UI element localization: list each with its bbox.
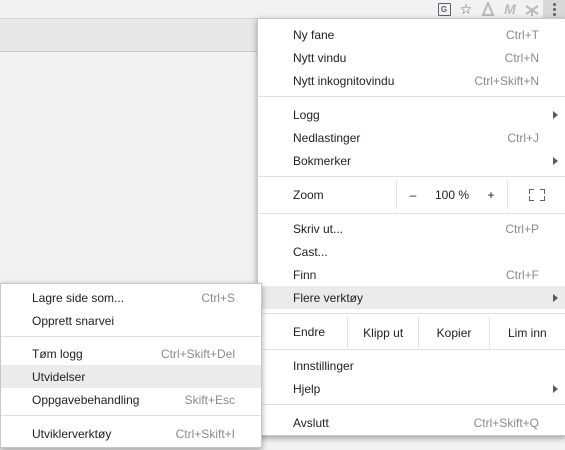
menu-item-downloads[interactable]: Nedlastinger Ctrl+J xyxy=(258,126,565,149)
menu-item-incognito-window[interactable]: Nytt inkognitovindu Ctrl+Skift+N xyxy=(258,69,565,92)
submenu-item-developer-tools[interactable]: Utviklerverktøy Ctrl+Skift+I xyxy=(1,422,261,445)
menu-item-new-window[interactable]: Nytt vindu Ctrl+N xyxy=(258,46,565,69)
browser-toolbar: G ☆ M xyxy=(0,0,565,18)
menu-item-label: Avslutt xyxy=(293,415,329,430)
menu-item-exit[interactable]: Avslutt Ctrl+Skift+Q xyxy=(258,411,565,434)
submenu-item-extensions[interactable]: Utvidelser xyxy=(1,365,261,388)
menu-item-cast[interactable]: Cast... xyxy=(258,240,565,263)
menu-item-label: Oppgavebehandling xyxy=(32,392,140,407)
menu-item-shortcut: Ctrl+J xyxy=(507,130,539,145)
menu-separator xyxy=(258,349,565,350)
copy-button[interactable]: Kopier xyxy=(418,317,488,348)
zoom-in-button[interactable]: + xyxy=(475,181,507,209)
menu-item-label: Finn xyxy=(293,267,317,282)
menu-item-new-tab[interactable]: Ny fane Ctrl+T xyxy=(258,23,565,46)
submenu-arrow-icon xyxy=(553,156,558,165)
menu-zoom-row: Zoom – 100 % + xyxy=(258,181,565,209)
zoom-level-value: 100 % xyxy=(434,188,470,202)
gmail-extension-icon[interactable]: M xyxy=(499,0,521,18)
star-icon[interactable]: ☆ xyxy=(455,0,477,18)
submenu-item-task-manager[interactable]: Oppgavebehandling Skift+Esc xyxy=(1,388,261,411)
kebab-menu-icon[interactable] xyxy=(543,0,565,18)
menu-item-label: Tøm logg xyxy=(32,346,83,361)
menu-item-settings[interactable]: Innstillinger xyxy=(258,354,565,377)
toolbar-icons: G ☆ M xyxy=(433,0,565,18)
menu-separator xyxy=(258,96,565,97)
menu-item-label: Nytt inkognitovindu xyxy=(293,73,395,88)
menu-item-label: Nytt vindu xyxy=(293,50,347,65)
menu-item-shortcut: Ctrl+Skift+Q xyxy=(473,415,539,430)
menu-item-shortcut: Ctrl+N xyxy=(504,50,539,65)
submenu-arrow-icon xyxy=(553,110,558,119)
pdf-extension-icon[interactable] xyxy=(477,0,499,18)
menu-item-shortcut: Ctrl+P xyxy=(505,221,539,236)
menu-separator xyxy=(1,415,261,416)
menu-item-print[interactable]: Skriv ut... Ctrl+P xyxy=(258,217,565,240)
menu-item-shortcut: Skift+Esc xyxy=(184,392,235,407)
menu-item-shortcut: Ctrl+Skift+N xyxy=(474,73,539,88)
menu-item-label: Skriv ut... xyxy=(293,221,344,236)
menu-item-label: Flere verktøy xyxy=(293,290,364,305)
menu-item-label: Nedlastinger xyxy=(293,130,361,145)
menu-item-shortcut: Ctrl+Skift+I xyxy=(175,426,235,441)
menu-item-shortcut: Ctrl+Skift+Del xyxy=(160,346,235,361)
menu-edit-row: Endre Klipp ut Kopier Lim inn xyxy=(258,317,565,348)
edit-buttons: Klipp ut Kopier Lim inn xyxy=(347,317,565,348)
menu-item-label: Ny fane xyxy=(293,27,335,42)
menu-item-shortcut: Ctrl+F xyxy=(506,267,539,282)
submenu-item-save-page[interactable]: Lagre side som... Ctrl+S xyxy=(1,286,261,309)
menu-separator xyxy=(1,336,261,337)
fullscreen-button[interactable] xyxy=(507,181,565,209)
submenu-item-create-shortcut[interactable]: Opprett snarvei xyxy=(1,309,261,332)
menu-item-label: Utvidelser xyxy=(32,369,86,384)
translate-glyph: G xyxy=(437,2,451,16)
menu-item-label: Innstillinger xyxy=(293,358,354,373)
submenu-arrow-icon xyxy=(553,293,558,302)
menu-item-label: Utviklerverktøy xyxy=(32,426,112,441)
cut-button[interactable]: Klipp ut xyxy=(347,317,418,348)
scissors-extension-icon[interactable] xyxy=(521,0,543,18)
zoom-controls: – 100 % + xyxy=(396,181,565,209)
menu-item-label: Bokmerker xyxy=(293,153,352,168)
menu-item-bookmarks[interactable]: Bokmerker xyxy=(258,149,565,172)
menu-item-history[interactable]: Logg xyxy=(258,103,565,126)
menu-item-find[interactable]: Finn Ctrl+F xyxy=(258,263,565,286)
menu-separator xyxy=(258,313,565,314)
menu-item-more-tools[interactable]: Flere verktøy xyxy=(258,286,565,309)
menu-item-label: Hjelp xyxy=(293,381,321,396)
paste-button[interactable]: Lim inn xyxy=(488,317,565,348)
zoom-label: Zoom xyxy=(293,188,324,202)
edit-label: Endre xyxy=(293,325,326,339)
page-content-area xyxy=(0,18,260,52)
more-tools-submenu: Lagre side som... Ctrl+S Opprett snarvei… xyxy=(0,283,262,448)
menu-item-help[interactable]: Hjelp xyxy=(258,377,565,400)
submenu-arrow-icon xyxy=(553,384,558,393)
menu-separator xyxy=(258,176,565,177)
menu-separator xyxy=(258,404,565,405)
menu-item-shortcut: Ctrl+S xyxy=(201,290,235,305)
menu-item-label: Opprett snarvei xyxy=(32,313,115,328)
zoom-out-button[interactable]: – xyxy=(397,181,429,209)
menu-item-label: Logg xyxy=(293,107,320,122)
submenu-item-clear-history[interactable]: Tøm logg Ctrl+Skift+Del xyxy=(1,342,261,365)
menu-item-shortcut: Ctrl+T xyxy=(506,27,539,42)
menu-separator xyxy=(258,213,565,214)
menu-item-label: Cast... xyxy=(293,244,328,259)
menu-item-label: Lagre side som... xyxy=(32,290,125,305)
chrome-main-menu: Ny fane Ctrl+T Nytt vindu Ctrl+N Nytt in… xyxy=(257,18,565,436)
fullscreen-icon xyxy=(529,189,545,201)
translate-icon[interactable]: G xyxy=(433,0,455,18)
